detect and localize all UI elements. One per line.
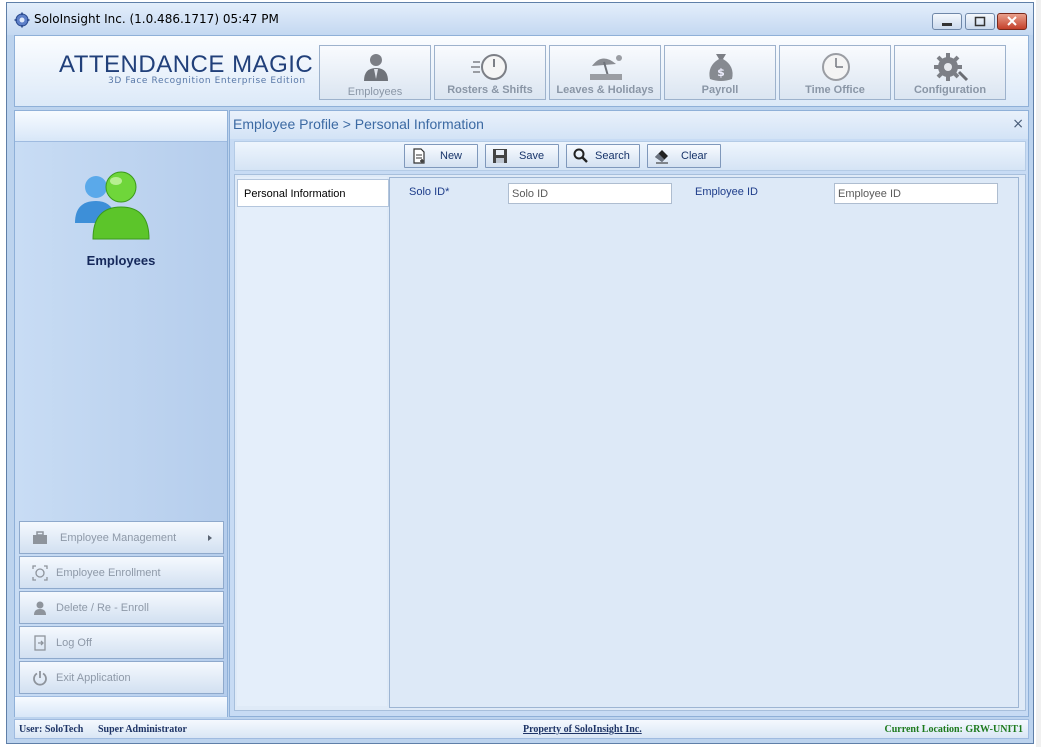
nav-tab-time-office[interactable]: Time Office bbox=[779, 45, 891, 100]
solo-id-label: Solo ID* bbox=[409, 186, 450, 198]
nav-tab-label: Rosters & Shifts bbox=[447, 84, 533, 96]
minimize-button[interactable] bbox=[932, 13, 962, 30]
save-button[interactable]: Save bbox=[485, 144, 559, 168]
app-gear-icon bbox=[14, 12, 30, 28]
nav-tab-payroll[interactable]: $ Payroll bbox=[664, 45, 776, 100]
logoff-icon bbox=[34, 635, 46, 651]
nav-tab-employees[interactable]: Employees bbox=[319, 45, 431, 100]
close-window-button[interactable] bbox=[997, 13, 1027, 30]
power-icon bbox=[33, 671, 47, 686]
sidebar-footer bbox=[15, 696, 227, 717]
nav-tab-configuration[interactable]: Configuration bbox=[894, 45, 1006, 100]
eraser-icon bbox=[655, 150, 668, 164]
window-title: SoloInsight Inc. (1.0.486.1717) 05:47 PM bbox=[34, 12, 279, 26]
submenu-arrow-icon bbox=[208, 535, 212, 541]
employee-icon bbox=[364, 54, 388, 81]
money-bag-icon: $ bbox=[709, 54, 733, 81]
button-label: Search bbox=[595, 150, 630, 162]
maximize-button[interactable] bbox=[965, 13, 995, 30]
close-panel-button[interactable]: × bbox=[1012, 116, 1024, 132]
nav-tab-label: Leaves & Holidays bbox=[556, 84, 654, 96]
toolbar: New Save Search Clear bbox=[234, 141, 1026, 171]
status-location: Current Location: GRW-UNIT1 bbox=[884, 724, 1023, 735]
section-tab-label: Personal Information bbox=[244, 188, 346, 200]
header-ribbon: ATTENDANCE MAGIC 3D Face Recognition Ent… bbox=[14, 35, 1029, 107]
nav-tab-label: Configuration bbox=[913, 84, 987, 96]
beach-icon bbox=[590, 55, 622, 80]
nav-tab-rosters-shifts[interactable]: Rosters & Shifts bbox=[434, 45, 546, 100]
button-label: Employee Management bbox=[60, 532, 177, 544]
search-button[interactable]: Search bbox=[566, 144, 640, 168]
status-bar: User: SoloTech Super Administrator Prope… bbox=[14, 719, 1029, 739]
button-label: Clear bbox=[681, 150, 708, 162]
main-panel: Employee Profile > Personal Information … bbox=[229, 110, 1029, 717]
button-label: Employee Enrollment bbox=[56, 567, 161, 579]
search-icon bbox=[573, 148, 588, 163]
nav-tab-label: Time Office bbox=[805, 84, 865, 96]
sidebar: Employees Employee Management Employee E… bbox=[14, 110, 228, 717]
section-nav: Personal Information bbox=[237, 177, 389, 706]
briefcase-icon bbox=[33, 531, 47, 544]
button-label: Delete / Re - Enroll bbox=[56, 602, 149, 614]
button-label: Log Off bbox=[56, 637, 92, 649]
employee-management-button[interactable]: Employee Management bbox=[19, 521, 224, 554]
exit-application-button[interactable]: Exit Application bbox=[19, 661, 224, 694]
property-link[interactable]: Property of SoloInsight Inc. bbox=[523, 724, 642, 735]
user-delete-icon bbox=[34, 601, 46, 615]
employee-id-label: Employee ID bbox=[695, 186, 758, 198]
form-panel: Personal Information Solo ID* Employee I… bbox=[234, 174, 1026, 711]
breadcrumb: Employee Profile > Personal Information bbox=[233, 116, 484, 132]
button-label: Exit Application bbox=[56, 672, 131, 684]
nav-tab-leaves-holidays[interactable]: Leaves & Holidays bbox=[549, 45, 661, 100]
brand-subtitle: 3D Face Recognition Enterprise Edition bbox=[108, 76, 306, 86]
title-bar: SoloInsight Inc. (1.0.486.1717) 05:47 PM bbox=[7, 3, 1033, 35]
section-tab-personal-information[interactable]: Personal Information bbox=[237, 179, 389, 207]
background-strip bbox=[1036, 0, 1041, 747]
close-icon bbox=[1007, 16, 1017, 26]
save-icon bbox=[493, 149, 507, 163]
log-off-button[interactable]: Log Off bbox=[19, 626, 224, 659]
new-button[interactable]: New bbox=[404, 144, 478, 168]
delete-re-enroll-button[interactable]: Delete / Re - Enroll bbox=[19, 591, 224, 624]
maximize-icon bbox=[974, 16, 986, 27]
minimize-icon bbox=[942, 23, 952, 26]
employee-id-field[interactable] bbox=[834, 183, 998, 204]
new-document-icon bbox=[413, 148, 425, 164]
app-window: SoloInsight Inc. (1.0.486.1717) 05:47 PM… bbox=[6, 2, 1034, 744]
gear-icon bbox=[934, 53, 969, 82]
sidebar-title: Employees bbox=[86, 253, 156, 268]
main-header: Employee Profile > Personal Information … bbox=[230, 111, 1028, 139]
personal-information-form: Solo ID* Employee ID bbox=[389, 177, 1019, 708]
status-user: User: SoloTech bbox=[19, 724, 84, 735]
employee-enrollment-button[interactable]: Employee Enrollment bbox=[19, 556, 224, 589]
nav-tab-label: Employees bbox=[347, 86, 403, 98]
face-scan-icon bbox=[32, 565, 48, 581]
status-role: Super Administrator bbox=[98, 724, 187, 735]
clear-button[interactable]: Clear bbox=[647, 144, 721, 168]
clock-icon bbox=[822, 53, 850, 81]
svg-text:$: $ bbox=[717, 66, 725, 79]
brand-title: ATTENDANCE MAGIC bbox=[59, 51, 314, 78]
nav-tab-label: Payroll bbox=[701, 84, 739, 96]
employees-group-icon bbox=[75, 171, 150, 240]
button-label: Save bbox=[519, 150, 545, 162]
solo-id-field[interactable] bbox=[508, 183, 672, 204]
button-label: New bbox=[440, 150, 463, 162]
sidebar-header bbox=[15, 111, 227, 142]
stopwatch-icon bbox=[471, 54, 507, 80]
